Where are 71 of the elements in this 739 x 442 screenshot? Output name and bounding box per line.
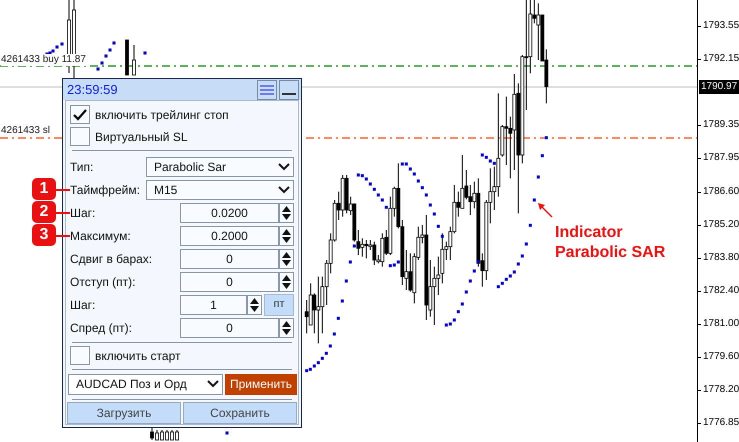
- current-price-label: 1790.97: [699, 80, 739, 94]
- up-down-arrows-icon: [282, 206, 291, 220]
- field-label: Таймфрейм:: [70, 182, 141, 198]
- checkbox[interactable]: [70, 346, 90, 365]
- number-field[interactable]: 0: [180, 248, 279, 268]
- spinner-button[interactable]: [279, 248, 294, 268]
- leader-line: [56, 189, 70, 191]
- field-label: Шаг:: [70, 204, 96, 222]
- order-label: 4261433 buy 11.87: [1, 54, 86, 66]
- price-label: 1782.40: [703, 284, 739, 297]
- spinner-button[interactable]: [279, 272, 294, 292]
- dropdown[interactable]: Parabolic Sar: [146, 156, 294, 176]
- checkbox[interactable]: [70, 127, 90, 146]
- price-label: 1783.80: [703, 252, 739, 264]
- field-label: Максимум:: [70, 228, 132, 244]
- price-label: 1778.20: [703, 384, 739, 396]
- panel-button[interactable]: Загрузить: [67, 402, 181, 424]
- number-field[interactable]: 0.0200: [180, 202, 279, 222]
- price-label: 1779.60: [703, 351, 739, 363]
- annotation-text: Indicator Parabolic SAR: [555, 223, 666, 263]
- panel-button[interactable]: Сохранить: [183, 402, 297, 424]
- checkbox-label: включить старт: [95, 348, 180, 364]
- menu-button[interactable]: [257, 80, 277, 100]
- candle: [125, 40, 129, 76]
- field-label: Шаг:: [70, 296, 96, 314]
- apply-button[interactable]: Применить: [225, 374, 297, 394]
- field-label: Сдвиг в барах:: [70, 250, 154, 268]
- up-down-arrows-icon: [282, 320, 291, 334]
- spinner-button[interactable]: [279, 226, 294, 246]
- annotation-arrow: [538, 203, 553, 218]
- up-down-arrows-icon: [250, 298, 259, 312]
- number-field[interactable]: 0: [180, 318, 279, 338]
- price-label: 1793.55: [703, 20, 739, 32]
- up-down-arrows-icon: [282, 274, 291, 288]
- checkbox[interactable]: [70, 105, 90, 124]
- dropdown[interactable]: M15: [146, 180, 294, 200]
- checkbox-label: включить трейлинг стоп: [95, 106, 229, 124]
- spinner-button[interactable]: [247, 294, 262, 314]
- unit-button[interactable]: пт: [264, 294, 294, 316]
- field-label: Отступ (пт):: [70, 274, 136, 290]
- price-label: 1789.35: [703, 119, 739, 132]
- price-label: 1792.15: [703, 53, 739, 66]
- up-down-arrows-icon: [282, 228, 291, 242]
- spinner-button[interactable]: [279, 318, 294, 338]
- leader-line: [56, 212, 70, 214]
- minimize-button[interactable]: [279, 80, 299, 100]
- chevron-down-icon: [207, 380, 219, 388]
- minimize-icon: [282, 92, 296, 94]
- number-badge: 2: [32, 201, 56, 223]
- up-down-arrows-icon: [282, 252, 291, 266]
- chevron-down-icon: [278, 186, 290, 194]
- number-field[interactable]: 0.2000: [180, 226, 279, 246]
- clock-time: 23:59:59: [67, 80, 119, 99]
- price-label: 1787.95: [703, 152, 739, 164]
- price-label: 1786.60: [703, 186, 739, 198]
- field-label: Тип:: [70, 158, 94, 176]
- number-badge: 1: [32, 178, 56, 200]
- price-label: 1785.20: [703, 218, 739, 231]
- preset-dropdown[interactable]: AUDCAD Поз и Орд: [68, 374, 223, 394]
- spinner-button[interactable]: [279, 202, 294, 222]
- menu-icon: [260, 84, 274, 94]
- candle: [132, 44, 136, 76]
- number-badge: 3: [32, 224, 56, 246]
- number-field[interactable]: 1: [180, 294, 247, 314]
- checkbox-label: Виртуальный SL: [95, 128, 188, 146]
- price-label: 1781.00: [703, 318, 739, 330]
- price-label: 1776.85: [703, 417, 739, 430]
- chevron-down-icon: [278, 162, 290, 170]
- leader-line: [56, 235, 70, 237]
- field-label: Спред (пт):: [70, 320, 133, 336]
- number-field[interactable]: 0: [180, 272, 279, 292]
